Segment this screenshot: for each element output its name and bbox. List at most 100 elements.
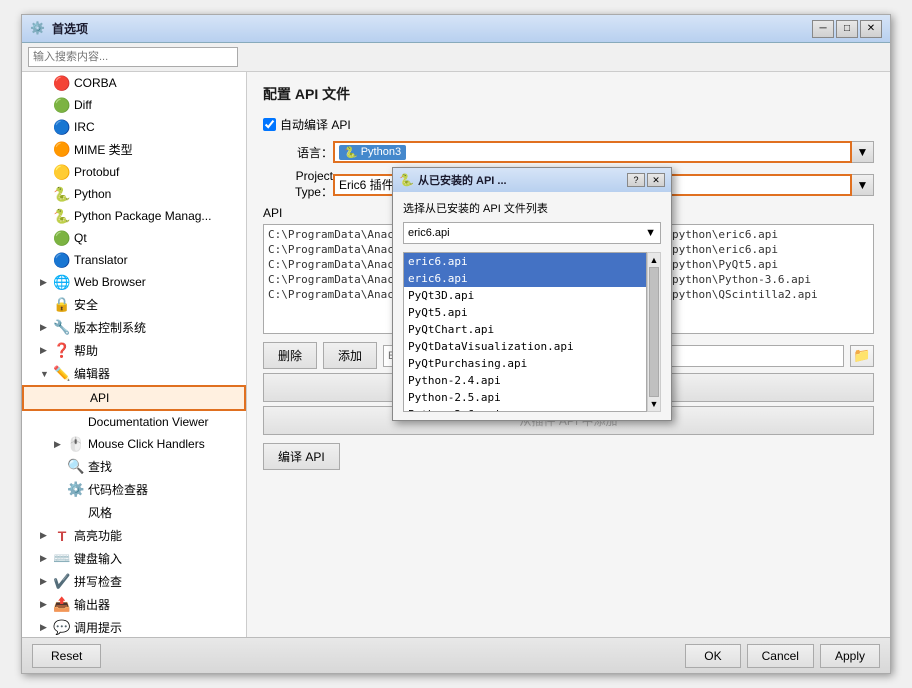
dialog-list-item-1[interactable]: eric6.api (404, 270, 646, 287)
sidebar-item-translator-label: Translator (74, 253, 128, 267)
sidebar-item-pypackage-label: Python Package Manag... (74, 209, 211, 223)
sidebar-item-python-label: Python (74, 187, 111, 201)
sidebar: 🔴 CORBA 🟢 Diff 🔵 IRC 🟠 MIME 类型 (22, 72, 247, 637)
folder-browse-button[interactable]: 📁 (850, 345, 874, 367)
sidebar-item-tooltips-label: 调用提示 (74, 619, 122, 636)
cancel-button[interactable]: Cancel (747, 644, 814, 668)
scrollbar-up-button[interactable]: ▲ (650, 255, 659, 265)
language-combo-container: 🐍 Python3 ▼ (333, 141, 874, 163)
sidebar-item-pypackage[interactable]: 🐍 Python Package Manag... (22, 205, 246, 227)
sidebar-item-help[interactable]: ▶ ❓ 帮助 (22, 339, 246, 362)
right-panel: 配置 API 文件 自动编译 API 语言： 🐍 Python3 (247, 72, 890, 637)
mime-icon: 🟠 (54, 142, 70, 158)
sidebar-item-spellcheck[interactable]: ▶ ✔️ 拼写检查 (22, 570, 246, 593)
language-label: 语言： (263, 144, 333, 161)
language-combo-arrow-button[interactable]: ▼ (852, 141, 874, 163)
api-icon (70, 390, 86, 406)
sidebar-item-keyboard[interactable]: ▶ ⌨️ 键盘输入 (22, 547, 246, 570)
dialog-combo[interactable]: eric6.api ▼ (403, 222, 661, 244)
main-content: 🔴 CORBA 🟢 Diff 🔵 IRC 🟠 MIME 类型 (22, 72, 890, 637)
qt-icon: 🟢 (54, 230, 70, 246)
scrollbar-thumb[interactable] (649, 267, 659, 397)
sidebar-item-tooltips[interactable]: ▶ 💬 调用提示 (22, 616, 246, 637)
sidebar-item-api-label: API (90, 391, 109, 405)
reset-button[interactable]: Reset (32, 644, 101, 668)
delete-button[interactable]: 删除 (263, 342, 317, 369)
dialog-combo-row: eric6.api ▼ (403, 222, 661, 248)
sidebar-item-output-label: 输出器 (74, 596, 110, 613)
maximize-button[interactable]: □ (836, 20, 858, 38)
sidebar-item-translator[interactable]: 🔵 Translator (22, 249, 246, 271)
sidebar-item-python[interactable]: 🐍 Python (22, 183, 246, 205)
language-value: Python3 (361, 146, 401, 158)
diff-icon: 🟢 (54, 97, 70, 113)
minimize-button[interactable]: ─ (812, 20, 834, 38)
version-icon: 🔧 (54, 320, 70, 336)
dialog-list-item-5[interactable]: PyQtDataVisualization.api (404, 338, 646, 355)
sidebar-item-webbrowser[interactable]: ▶ 🌐 Web Browser (22, 271, 246, 293)
language-combo[interactable]: 🐍 Python3 (333, 141, 852, 163)
dialog-list-item-9[interactable]: Python-2.6.api (404, 406, 646, 412)
highlight-expand-icon: ▶ (40, 530, 50, 541)
dialog-combo-arrow: ▼ (645, 227, 656, 239)
sidebar-item-security[interactable]: 🔒 安全 (22, 293, 246, 316)
dialog-list-item-6[interactable]: PyQtPurchasing.api (404, 355, 646, 372)
dialog-close-button[interactable]: ✕ (647, 173, 665, 187)
sidebar-item-highlight[interactable]: ▶ T 高亮功能 (22, 524, 246, 547)
project-type-combo-arrow-button[interactable]: ▼ (852, 174, 874, 196)
sidebar-item-qt[interactable]: 🟢 Qt (22, 227, 246, 249)
dialog-list-item-7[interactable]: Python-2.4.api (404, 372, 646, 389)
sidebar-item-api[interactable]: API (22, 385, 246, 411)
help-expand-icon: ▶ (40, 345, 50, 356)
dialog-help-button[interactable]: ? (627, 173, 645, 187)
sidebar-item-keyboard-label: 键盘输入 (74, 550, 122, 567)
add-button[interactable]: 添加 (323, 342, 377, 369)
python-icon: 🐍 (54, 186, 70, 202)
sidebar-item-search[interactable]: 🔍 查找 (22, 455, 246, 478)
dialog-scrollbar[interactable]: ▲ ▼ (647, 252, 661, 412)
apply-button[interactable]: Apply (820, 644, 880, 668)
sidebar-item-style-label: 风格 (88, 504, 112, 521)
sidebar-item-highlight-label: 高亮功能 (74, 527, 122, 544)
chevron-down-icon: ▼ (857, 145, 869, 159)
dialog-list-item-4[interactable]: PyQtChart.api (404, 321, 646, 338)
highlight-icon: T (54, 528, 70, 544)
search-icon: 🔍 (68, 459, 84, 475)
dialog-list-item-8[interactable]: Python-2.5.api (404, 389, 646, 406)
docviewer-icon (68, 414, 84, 430)
dialog-title-buttons: ? ✕ (627, 173, 665, 187)
sidebar-item-codechecker[interactable]: ⚙️ 代码检查器 (22, 478, 246, 501)
ok-button[interactable]: OK (685, 644, 740, 668)
sidebar-item-style[interactable]: 风格 (22, 501, 246, 524)
dialog-combo-value: eric6.api (408, 227, 450, 239)
sidebar-item-editor[interactable]: ▼ ✏️ 编辑器 (22, 362, 246, 385)
dialog-list-item-3[interactable]: PyQt5.api (404, 304, 646, 321)
dialog-icon: 🐍 (399, 173, 414, 187)
dialog-list[interactable]: eric6.api eric6.api PyQt3D.api PyQt5.api… (403, 252, 647, 412)
sidebar-item-mouseclick-label: Mouse Click Handlers (88, 437, 205, 451)
sidebar-item-output[interactable]: ▶ 📤 输出器 (22, 593, 246, 616)
sidebar-item-mouseclick[interactable]: ▶ 🖱️ Mouse Click Handlers (22, 433, 246, 455)
project-type-label: Project Type： (263, 169, 333, 200)
sidebar-item-docviewer[interactable]: Documentation Viewer (22, 411, 246, 433)
dialog-list-item-0[interactable]: eric6.api (404, 253, 646, 270)
language-row: 语言： 🐍 Python3 ▼ (263, 141, 874, 163)
dialog-list-item-2[interactable]: PyQt3D.api (404, 287, 646, 304)
sidebar-item-search-label: 查找 (88, 458, 112, 475)
sidebar-item-mime[interactable]: 🟠 MIME 类型 (22, 138, 246, 161)
sidebar-item-irc[interactable]: 🔵 IRC (22, 116, 246, 138)
auto-compile-label[interactable]: 自动编译 API (263, 116, 351, 133)
search-input[interactable] (28, 47, 238, 67)
close-button[interactable]: ✕ (860, 20, 882, 38)
api-select-dialog: 🐍 从已安装的 API ... ? ✕ 选择从已安装的 API 文件列表 (392, 167, 672, 421)
sidebar-item-diff[interactable]: 🟢 Diff (22, 94, 246, 116)
output-icon: 📤 (54, 597, 70, 613)
auto-compile-checkbox[interactable] (263, 118, 276, 131)
sidebar-item-protobuf[interactable]: 🟡 Protobuf (22, 161, 246, 183)
mouseclick-expand-icon: ▶ (54, 439, 64, 450)
sidebar-item-corba[interactable]: 🔴 CORBA (22, 72, 246, 94)
panel-title: 配置 API 文件 (263, 84, 874, 104)
sidebar-item-version[interactable]: ▶ 🔧 版本控制系统 (22, 316, 246, 339)
compile-api-button[interactable]: 编译 API (263, 443, 340, 470)
scrollbar-down-button[interactable]: ▼ (650, 399, 659, 409)
